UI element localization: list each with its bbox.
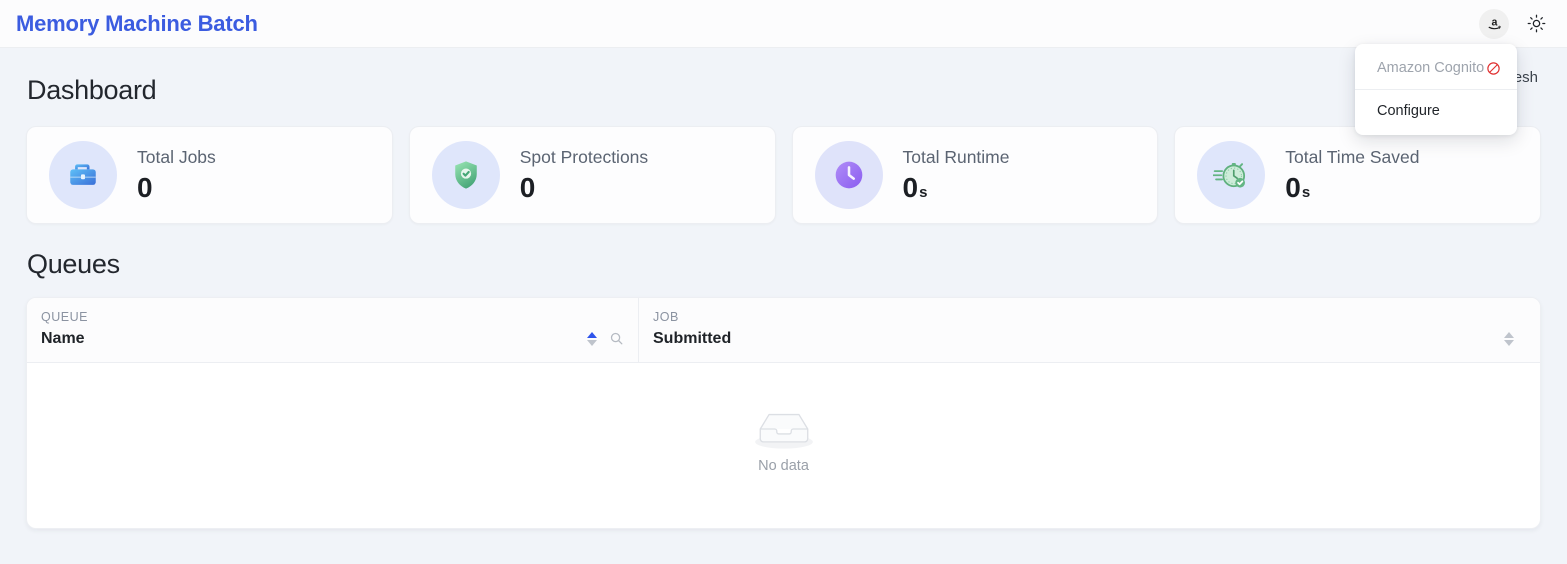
menu-divider [1355, 89, 1517, 90]
menu-item-configure[interactable]: Configure [1355, 91, 1517, 131]
stat-value-wrap: 0 [519, 171, 648, 204]
stopwatch-check-glyph [1213, 163, 1246, 188]
stat-value-wrap: 0 [137, 171, 216, 204]
stat-value: 0 [902, 171, 919, 203]
clock-icon [814, 141, 883, 210]
briefcase-glyph [70, 164, 96, 186]
prohibition-icon [1486, 61, 1501, 76]
app-header: Memory Machine Batch a [0, 0, 1567, 48]
stat-value: 0 [519, 171, 536, 203]
page-title: Dashboard [27, 75, 157, 105]
stopwatch-check-icon [1197, 141, 1266, 210]
stat-label: Total Time Saved [1285, 146, 1420, 167]
app-title: Memory Machine Batch [16, 10, 258, 36]
empty-inbox-icon [754, 414, 813, 449]
stat-label: Total Runtime [902, 146, 1010, 167]
sun-glyph [1527, 14, 1545, 33]
svg-text:a: a [1491, 17, 1497, 29]
group-header-job: JOB [653, 309, 679, 324]
queues-title: Queues [27, 249, 120, 280]
stat-value: 0 [137, 171, 153, 203]
stat-card-spot-protections: Spot Protections 0 [408, 126, 776, 225]
stat-label: Total Jobs [137, 146, 216, 167]
page-content: Dashboard Refresh [0, 48, 1567, 564]
sort-descending-icon [587, 339, 597, 346]
table-header-row: Name Submitted [27, 323, 1540, 363]
stat-card-total-time-saved: Total Time Saved 0 s [1174, 126, 1541, 225]
briefcase-icon [49, 141, 117, 210]
sort-descending-icon [1504, 339, 1514, 346]
amazon-logo-icon[interactable]: a [1479, 8, 1509, 39]
prohibition-glyph [1487, 61, 1500, 75]
stat-texts: Total Jobs 0 [137, 147, 216, 204]
sort-ascending-icon [587, 331, 597, 338]
stat-texts: Total Runtime 0 s [903, 147, 1010, 204]
menu-item-provider: Amazon Cognito [1355, 48, 1517, 88]
search-icon[interactable] [609, 331, 624, 346]
shield-check-icon [431, 141, 500, 210]
queues-table: QUEUE JOB Name Submitted No data [26, 296, 1541, 529]
sort-ascending-icon [1504, 331, 1514, 338]
table-empty-state: No data [27, 363, 1540, 518]
column-header-submitted-label: Submitted [653, 329, 732, 347]
search-glyph [610, 333, 623, 345]
column-header-submitted[interactable]: Submitted [639, 324, 1540, 362]
column-header-name-label: Name [41, 329, 85, 347]
stat-value-wrap: 0 s [1285, 171, 1419, 204]
stat-unit: s [919, 183, 928, 201]
dashboard-heading-row: Dashboard Refresh [26, 48, 1541, 106]
group-header-queue: QUEUE [27, 297, 639, 324]
sort-toggle-submitted[interactable] [1504, 331, 1514, 346]
amazon-logo-glyph: a [1488, 17, 1501, 30]
account-dropdown-menu: Amazon Cognito Configure [1355, 44, 1517, 135]
stat-value-wrap: 0 s [902, 171, 1010, 204]
sort-toggle-name[interactable] [587, 331, 597, 346]
stat-card-total-runtime: Total Runtime 0 s [791, 126, 1159, 225]
table-group-header-row: QUEUE JOB [27, 297, 1540, 324]
stat-card-list: Total Jobs 0 Spot Protections 0 Total Ru… [26, 126, 1541, 225]
stat-value: 0 [1285, 171, 1301, 203]
stat-label: Spot Protections [519, 146, 649, 167]
clock-glyph [835, 162, 862, 189]
header-actions: a [1479, 8, 1551, 39]
stat-texts: Total Time Saved 0 s [1285, 147, 1419, 204]
shield-check-glyph [454, 161, 477, 189]
column-header-name[interactable]: Name [27, 323, 639, 362]
stat-card-total-jobs: Total Jobs 0 [26, 126, 393, 225]
menu-item-provider-label: Amazon Cognito [1377, 60, 1485, 76]
empty-state-text: No data [758, 458, 809, 475]
stat-texts: Spot Protections 0 [520, 147, 648, 204]
stat-unit: s [1301, 183, 1311, 201]
sun-icon[interactable] [1521, 9, 1551, 39]
